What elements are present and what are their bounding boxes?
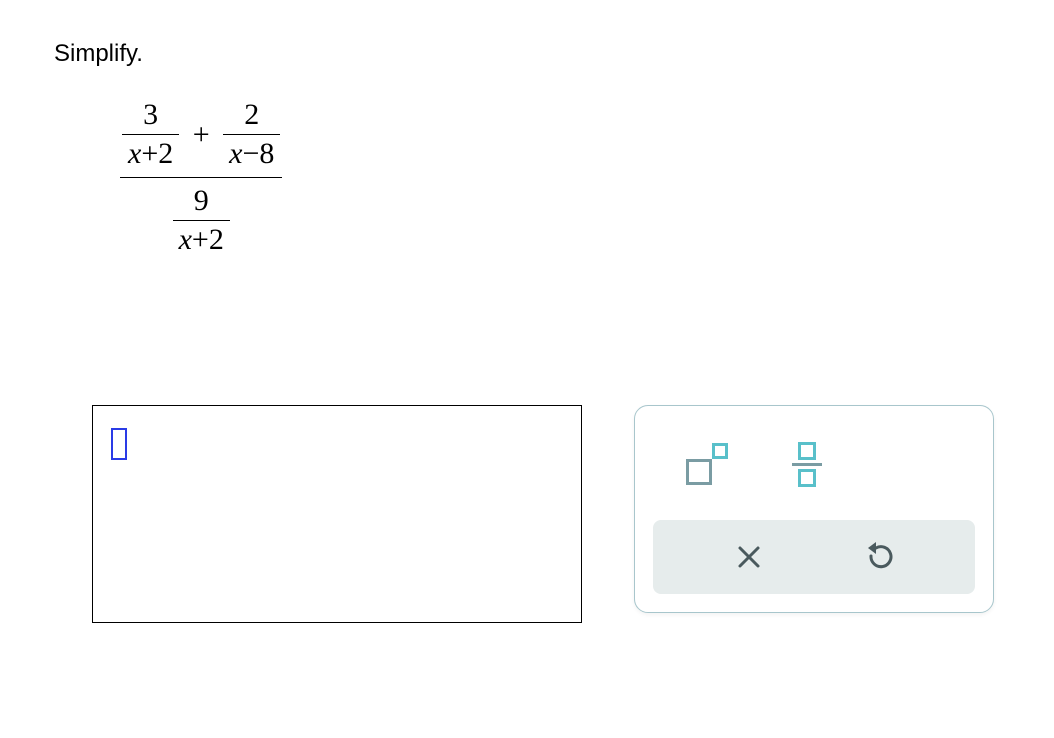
exponent-button[interactable] <box>677 434 737 494</box>
reset-button[interactable] <box>855 532 905 582</box>
plus-op: + <box>187 118 216 152</box>
num-3: 3 <box>122 98 179 134</box>
clear-button[interactable] <box>724 532 774 582</box>
input-cursor <box>111 428 127 460</box>
fraction-icon <box>792 442 822 487</box>
undo-icon <box>865 542 895 572</box>
close-icon <box>736 544 762 570</box>
exponent-icon <box>686 443 728 485</box>
math-expression: 3 x+2 + 2 x−8 9 x+2 <box>120 98 282 257</box>
fraction-button[interactable] <box>777 434 837 494</box>
num-2: 2 <box>223 98 280 134</box>
answer-input[interactable] <box>92 405 582 623</box>
num-9: 9 <box>173 184 230 220</box>
problem-prompt: Simplify. <box>54 40 1004 68</box>
math-toolbox <box>634 405 994 613</box>
